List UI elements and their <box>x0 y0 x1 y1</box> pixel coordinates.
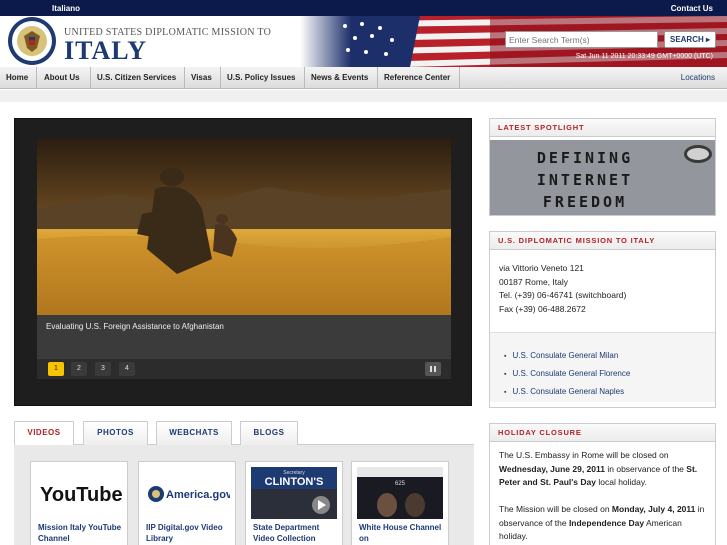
svg-text:America.gov: America.gov <box>166 489 230 501</box>
tab-videos[interactable]: VIDEOS <box>14 421 74 445</box>
top-utility-bar: Italiano Contact Us <box>0 0 727 16</box>
consulate-florence-link[interactable]: U.S. Consulate General Florence <box>504 369 630 378</box>
language-link[interactable]: Italiano <box>52 4 80 13</box>
featured-slideshow: Evaluating U.S. Foreign Assistance to Af… <box>14 118 472 406</box>
search-button-label: SEARCH <box>669 35 704 44</box>
svg-text:625: 625 <box>395 481 406 487</box>
address-line: Fax (+39) 06-488.2672 <box>499 304 586 314</box>
address-line: 00187 Rome, Italy <box>499 277 568 287</box>
slide-page-2[interactable]: 2 <box>71 362 87 376</box>
site-title[interactable]: ITALY <box>64 36 147 66</box>
contact-us-link[interactable]: Contact Us <box>671 4 713 13</box>
search-input[interactable] <box>505 31 658 48</box>
media-tabs: VIDEOS PHOTOS WEBCHATS BLOGS <box>14 421 474 445</box>
video-card[interactable]: 625 White House Channel on <box>351 461 449 545</box>
slide-caption: Evaluating U.S. Foreign Assistance to Af… <box>37 315 451 359</box>
nav-item-home[interactable]: Home <box>0 67 37 89</box>
video-card[interactable]: YouTube Mission Italy YouTube Channel <box>30 461 128 545</box>
slide-page-3[interactable]: 3 <box>95 362 111 376</box>
header-divider <box>0 90 727 102</box>
tab-photos[interactable]: PHOTOS <box>83 421 148 445</box>
slideshow-controls: 1 2 3 4 <box>37 359 451 379</box>
mission-info-panel: U.S. DIPLOMATIC MISSION TO ITALY via Vit… <box>489 231 716 408</box>
slide-page-4[interactable]: 4 <box>119 362 135 376</box>
pause-icon[interactable] <box>425 362 441 376</box>
state-department-seal-icon[interactable] <box>6 16 58 67</box>
address-line: via Vittorio Veneto 121 <box>499 263 584 273</box>
consulate-links: U.S. Consulate General Milan U.S. Consul… <box>490 332 715 402</box>
tab-blogs[interactable]: BLOGS <box>240 421 298 445</box>
video-card-title[interactable]: IIP Digital.gov Video Library <box>146 522 234 544</box>
video-card[interactable]: Secretary CLINTON'S State Department Vid… <box>245 461 343 545</box>
svg-text:INTERNET: INTERNET <box>537 171 633 189</box>
search-button[interactable]: SEARCH ▸ <box>664 31 716 48</box>
consulate-milan-link[interactable]: U.S. Consulate General Milan <box>504 351 618 360</box>
panel-title: U.S. DIPLOMATIC MISSION TO ITALY <box>490 232 715 250</box>
slide-page-1[interactable]: 1 <box>48 362 64 376</box>
nav-item-visas[interactable]: Visas <box>185 67 221 89</box>
nav-item-news-events[interactable]: News & Events <box>305 67 378 89</box>
video-card-title[interactable]: Mission Italy YouTube Channel <box>38 522 126 544</box>
consulate-naples-link[interactable]: U.S. Consulate General Naples <box>504 387 624 396</box>
slide-image[interactable] <box>37 139 451 315</box>
video-card[interactable]: America.gov IIP Digital.gov Video Librar… <box>138 461 236 545</box>
panel-title: LATEST SPOTLIGHT <box>490 119 715 137</box>
site-header: UNITED STATES DIPLOMATIC MISSION TO ITAL… <box>0 16 727 67</box>
current-datetime: Sat Jun 11 2011 20:33:49 GMT+0000 (UTC) <box>575 53 713 60</box>
svg-text:FREEDOM: FREEDOM <box>543 193 627 211</box>
svg-text:DEFINING: DEFINING <box>537 149 633 167</box>
video-card-title[interactable]: State Department Video Collection <box>253 522 341 544</box>
america-gov-logo-icon: America.gov <box>144 467 230 519</box>
locations-link[interactable]: Locations <box>681 67 715 89</box>
tab-webchats[interactable]: WEBCHATS <box>156 421 232 445</box>
main-navigation: Home About Us U.S. Citizen Services Visa… <box>0 67 727 89</box>
videos-panel: YouTube Mission Italy YouTube Channel Am… <box>14 445 474 545</box>
nav-item-citizen-services[interactable]: U.S. Citizen Services <box>91 67 185 89</box>
clintons-video-thumbnail: Secretary CLINTON'S <box>251 467 337 519</box>
arrow-right-icon: ▸ <box>706 35 711 44</box>
panel-title: HOLIDAY CLOSURE <box>490 424 715 442</box>
holiday-closure-panel: HOLIDAY CLOSURE The U.S. Embassy in Rome… <box>489 423 716 545</box>
white-house-thumbnail: 625 <box>357 467 443 519</box>
youtube-logo-icon: YouTube <box>36 467 122 519</box>
video-card-title[interactable]: White House Channel on <box>359 522 447 544</box>
latest-spotlight-panel: LATEST SPOTLIGHT DEFINING INTERNET FREED… <box>489 118 716 216</box>
holiday-text: The U.S. Embassy in Rome will be closed … <box>499 450 705 541</box>
internet-freedom-banner[interactable]: DEFINING INTERNET FREEDOM <box>490 140 715 215</box>
svg-text:CLINTON'S: CLINTON'S <box>265 476 324 488</box>
address-line: Tel. (+39) 06-46741 (switchboard) <box>499 290 627 300</box>
slide-frame: Evaluating U.S. Foreign Assistance to Af… <box>37 139 451 359</box>
nav-item-reference-center[interactable]: Reference Center <box>378 67 460 89</box>
nav-item-about-us[interactable]: About Us <box>38 67 91 89</box>
nav-item-policy-issues[interactable]: U.S. Policy Issues <box>221 67 305 89</box>
